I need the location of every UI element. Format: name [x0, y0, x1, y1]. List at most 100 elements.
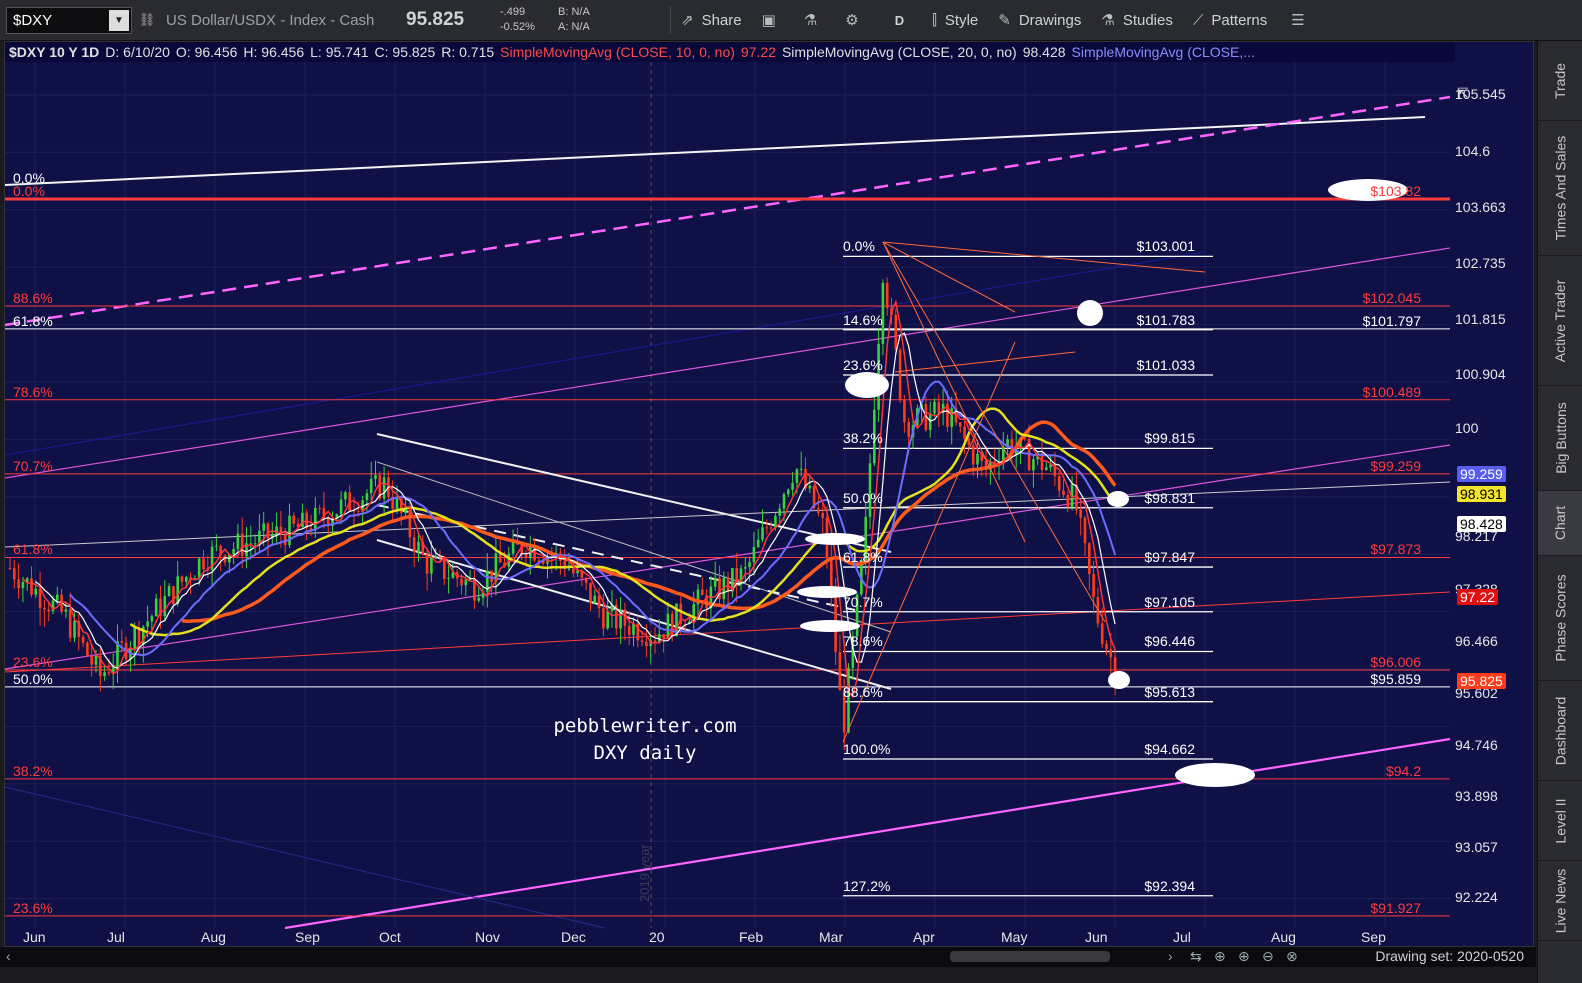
- candle-body: [782, 494, 786, 509]
- candle-body: [443, 557, 446, 579]
- side-tab-active-trader[interactable]: Active Trader: [1538, 256, 1582, 386]
- chart-info-strip: $DXY 10 Y 1D D: 6/10/20 O: 96.456 H: 96.…: [5, 42, 1455, 62]
- candle-body: [937, 401, 941, 413]
- chart-canvas[interactable]: pebblewriter.com DXY daily 2019 year: [5, 42, 1534, 947]
- price-axis-tick: 105.545: [1455, 86, 1506, 102]
- candle-body: [94, 655, 98, 665]
- fib-red-price: $96.006: [1370, 654, 1421, 671]
- candle-body: [1083, 517, 1087, 544]
- candle-body: [417, 541, 420, 553]
- candle-body: [752, 547, 756, 563]
- patterns-button[interactable]: ⟋ Patterns: [1183, 0, 1277, 41]
- candle-body: [1105, 643, 1108, 650]
- candle-body: [799, 468, 803, 470]
- crosshair-icon[interactable]: ⊕: [1214, 948, 1226, 965]
- fib-white-pct: 0.0%: [843, 238, 875, 255]
- drawing-set-label[interactable]: Drawing set: 2020-0520: [1375, 948, 1524, 964]
- side-tab-level-ii[interactable]: Level II: [1538, 781, 1582, 861]
- pink-support-line: [284, 737, 1451, 930]
- candle-body: [395, 498, 399, 509]
- watermark-label: DXY daily: [594, 742, 697, 764]
- bar-close: C: 95.825: [374, 44, 436, 60]
- scroll-right-icon[interactable]: ›: [1168, 948, 1173, 964]
- candle-body: [490, 570, 493, 583]
- time-axis-tick: Dec: [561, 929, 586, 945]
- chart-settings-button[interactable]: ▣: [752, 0, 794, 41]
- side-tab-live-news[interactable]: Live News: [1538, 861, 1582, 941]
- drawings-button[interactable]: ✎ Drawings: [988, 0, 1091, 41]
- side-tab-trade[interactable]: Trade: [1538, 41, 1582, 121]
- candle-body: [963, 426, 966, 439]
- candle-body: [8, 567, 12, 569]
- candle-body: [589, 582, 592, 603]
- candle-body: [1032, 459, 1035, 471]
- time-axis-tick: Feb: [739, 929, 764, 945]
- candle-body: [761, 527, 764, 540]
- time-axis-tick: Jun: [23, 929, 46, 945]
- candle-body: [1062, 490, 1065, 496]
- chart-scrollbar[interactable]: ‹ › ⇆ ⊕ ⊕ ⊖ ⊗ Drawing set: 2020-0520: [0, 947, 1536, 967]
- time-axis-tick: Nov: [475, 929, 500, 945]
- candle-body: [133, 627, 136, 649]
- price-tag: 95.825: [1457, 672, 1506, 689]
- fib-white-pct: 23.6%: [843, 356, 883, 373]
- scroll-left-icon[interactable]: ‹: [6, 948, 11, 964]
- chevron-down-icon[interactable]: ▼: [109, 9, 129, 31]
- price-axis-tick: 94.746: [1455, 736, 1498, 753]
- studies-button[interactable]: ⚗ Studies: [1091, 0, 1183, 41]
- fib-white-pct: 50.0%: [843, 489, 883, 506]
- settings-button[interactable]: ⚙: [835, 0, 876, 41]
- style-button[interactable]: ⫿ Style: [922, 0, 988, 41]
- side-tab-chart[interactable]: Chart: [1538, 491, 1582, 556]
- lab-button[interactable]: ⚗: [794, 0, 835, 41]
- price-chart[interactable]: pebblewriter.com DXY daily 2019 year $DXY …: [4, 41, 1534, 947]
- side-tab-times-and-sales[interactable]: Times And Sales: [1538, 121, 1582, 256]
- sma20-label: SimpleMovingAvg (CLOSE, 20, 0, no): [781, 44, 1017, 60]
- candle-body: [266, 523, 270, 539]
- candle-body: [713, 577, 717, 587]
- price-axis-tick: 100: [1455, 420, 1479, 437]
- side-tab-phase-scores[interactable]: Phase Scores: [1538, 556, 1582, 681]
- fib-white-pct: 70.7%: [843, 593, 883, 610]
- candle-body: [365, 493, 369, 500]
- link-icon[interactable]: ⛓: [138, 12, 156, 28]
- expand-icon[interactable]: ⇆: [1190, 948, 1202, 965]
- candle-body: [34, 588, 38, 595]
- candle-body: [73, 620, 76, 638]
- time-axis-tick: Jul: [1173, 929, 1191, 945]
- fib-white-pct: 14.6%: [843, 311, 883, 328]
- sma20-value: 98.428: [1022, 44, 1066, 60]
- menu-button[interactable]: ☰: [1281, 0, 1322, 41]
- candle-body: [339, 499, 343, 515]
- fib-white-price: $97.847: [1144, 549, 1195, 566]
- symbol-selector[interactable]: ▼: [6, 6, 132, 34]
- candle-body: [197, 558, 201, 579]
- fan-line: [882, 241, 1106, 623]
- candle-body: [885, 282, 889, 308]
- sma-10-line: [22, 299, 1116, 699]
- zoom-out-icon[interactable]: ⊖: [1262, 948, 1274, 965]
- share-icon: ⇗: [681, 12, 694, 29]
- candle-body: [301, 512, 304, 527]
- side-tab-big-buttons[interactable]: Big Buttons: [1538, 386, 1582, 491]
- patterns-icon: ⟋: [1192, 11, 1204, 29]
- candle-body: [253, 543, 257, 545]
- candle-body: [180, 576, 184, 582]
- share-button[interactable]: ⇗ Share: [671, 0, 752, 41]
- sma-100-line: [129, 407, 1117, 637]
- period-button[interactable]: D: [877, 0, 922, 41]
- side-tab-dashboard[interactable]: Dashboard: [1538, 681, 1582, 781]
- fib-red-price: $103.82: [1370, 182, 1421, 199]
- candle-body: [701, 589, 704, 595]
- symbol-input[interactable]: [7, 11, 109, 29]
- gear-icon: ⚙: [845, 12, 859, 29]
- zoom-fit-icon[interactable]: ⊗: [1286, 948, 1298, 965]
- fan-line: [842, 341, 1016, 743]
- candle-body: [460, 578, 463, 586]
- candle-body: [756, 539, 760, 548]
- scroll-thumb[interactable]: [950, 951, 1110, 962]
- candle-body: [107, 672, 111, 674]
- time-axis-tick: 20: [649, 929, 665, 945]
- zoom-in-icon[interactable]: ⊕: [1238, 948, 1250, 965]
- fib-white-price: $92.394: [1144, 877, 1195, 894]
